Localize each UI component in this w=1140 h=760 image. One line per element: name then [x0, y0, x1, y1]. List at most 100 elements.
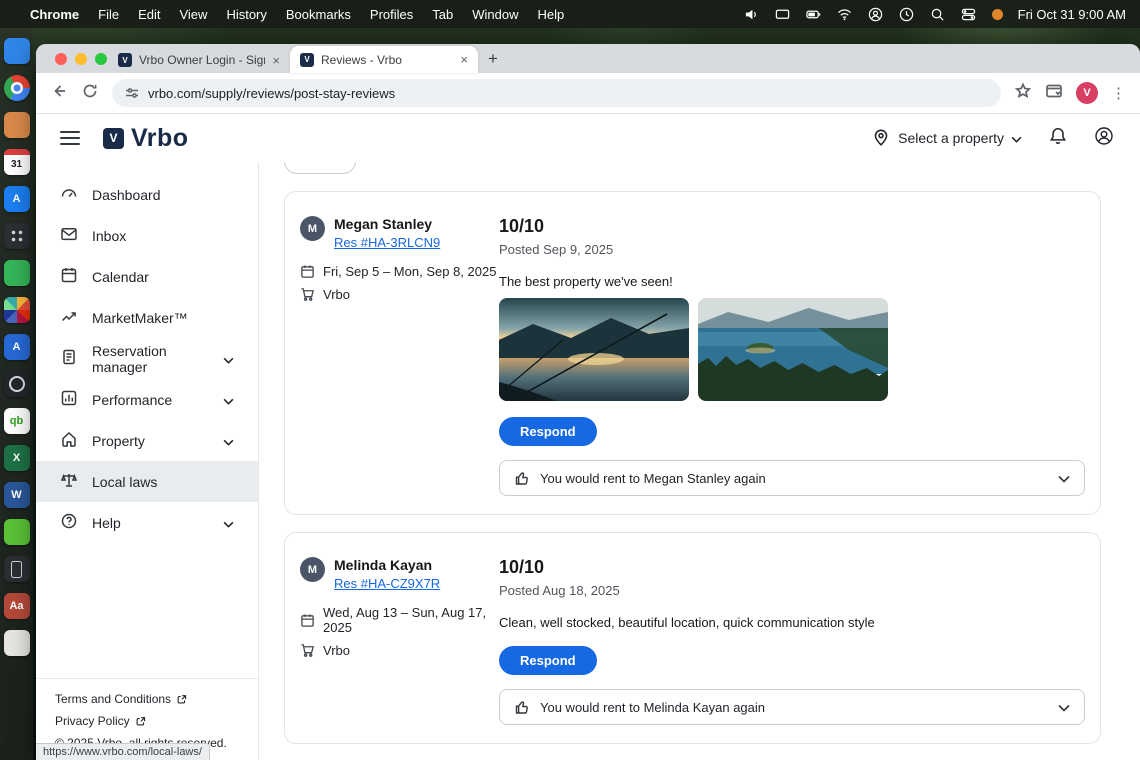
menu-bookmarks[interactable]: Bookmarks: [286, 7, 351, 22]
review-photo-emerald-bay[interactable]: [698, 298, 888, 401]
external-link-icon: [135, 716, 146, 727]
dock-icon-dark-circle[interactable]: [4, 371, 30, 397]
close-window-button[interactable]: [55, 53, 67, 65]
vrbo-logo-text: Vrbo: [131, 124, 189, 153]
guest-avatar: M: [300, 216, 325, 241]
tab-close-icon[interactable]: ×: [272, 53, 280, 68]
new-tab-button[interactable]: +: [488, 49, 498, 69]
dock-icon-word[interactable]: W: [4, 482, 30, 508]
display-icon[interactable]: [775, 6, 791, 22]
page-body: Dashboard Inbox Calendar MarketMaker™ Re…: [36, 162, 1140, 760]
dock-icon-fonts[interactable]: Aa: [4, 593, 30, 619]
dock-icon-app-store[interactable]: A: [4, 186, 30, 212]
menu-profiles[interactable]: Profiles: [370, 7, 413, 22]
dock-icon-app-blue[interactable]: [4, 38, 30, 64]
account-icon[interactable]: [1094, 126, 1114, 151]
notifications-bell-icon[interactable]: [1048, 126, 1068, 151]
bookmark-star-icon[interactable]: [1014, 82, 1032, 105]
review-guest-info: M Megan Stanley Res #HA-3RLCN9 Fri, Sep …: [300, 216, 499, 496]
back-icon[interactable]: [50, 82, 68, 105]
booking-channel: Vrbo: [323, 643, 350, 658]
reload-icon[interactable]: [81, 82, 99, 105]
guest-name: Megan Stanley: [334, 216, 440, 232]
sidebar-item-performance[interactable]: Performance: [36, 379, 258, 420]
dock-icon-iphone-mirroring[interactable]: [4, 556, 30, 582]
dock-icon-quickbooks[interactable]: qb: [4, 408, 30, 434]
respond-button[interactable]: Respond: [499, 417, 597, 446]
home-icon: [60, 430, 78, 451]
dock-icon-messages[interactable]: [4, 519, 30, 545]
review-guest-info: M Melinda Kayan Res #HA-CZ9X7R Wed, Aug …: [300, 557, 499, 725]
search-icon[interactable]: [930, 6, 946, 22]
privacy-link[interactable]: Privacy Policy: [55, 714, 239, 728]
respond-button[interactable]: Respond: [499, 646, 597, 675]
sidebar-item-property[interactable]: Property: [36, 420, 258, 461]
sidebar-item-dashboard[interactable]: Dashboard: [36, 174, 258, 215]
dock-icon-app-orange[interactable]: [4, 112, 30, 138]
menu-tab[interactable]: Tab: [432, 7, 453, 22]
menu-help[interactable]: Help: [538, 7, 565, 22]
menubar-app-name[interactable]: Chrome: [30, 7, 79, 22]
site-info-icon[interactable]: [125, 86, 139, 100]
filter-button-partial[interactable]: [284, 162, 356, 174]
browser-action-icon[interactable]: [1045, 82, 1063, 105]
sidebar-item-local-laws[interactable]: Local laws: [36, 461, 258, 502]
tab-reviews-vrbo[interactable]: V Reviews - Vrbo ×: [290, 46, 478, 73]
rent-again-accordion[interactable]: You would rent to Megan Stanley again: [499, 460, 1085, 496]
profile-avatar[interactable]: V: [1076, 82, 1098, 104]
reservation-link[interactable]: Res #HA-3RLCN9: [334, 235, 440, 250]
dock-icon-app-blue-a[interactable]: A: [4, 334, 30, 360]
review-rating: 10/10: [499, 216, 1085, 237]
sidebar-item-help[interactable]: Help: [36, 502, 258, 543]
review-card: M Megan Stanley Res #HA-3RLCN9 Fri, Sep …: [284, 191, 1101, 515]
sidebar-item-label: Performance: [92, 392, 172, 408]
reservation-link[interactable]: Res #HA-CZ9X7R: [334, 576, 440, 591]
hamburger-menu-icon[interactable]: [60, 131, 80, 145]
sidebar-item-calendar[interactable]: Calendar: [36, 256, 258, 297]
vrbo-header: V Vrbo Select a property: [36, 114, 1140, 162]
menu-file[interactable]: File: [98, 7, 119, 22]
volume-icon[interactable]: [744, 6, 760, 22]
menubar-status-area: Fri Oct 31 9:00 AM: [744, 6, 1140, 22]
zoom-window-button[interactable]: [95, 53, 107, 65]
clock-icon[interactable]: [899, 6, 915, 22]
menu-edit[interactable]: Edit: [138, 7, 160, 22]
sidebar-item-inbox[interactable]: Inbox: [36, 215, 258, 256]
property-selector[interactable]: Select a property: [871, 127, 1022, 150]
browser-menu-icon[interactable]: ⋮: [1111, 84, 1126, 102]
dock-icon-calendar[interactable]: 31: [4, 149, 30, 175]
status-link-tooltip: https://www.vrbo.com/local-laws/: [36, 743, 210, 760]
terms-link[interactable]: Terms and Conditions: [55, 692, 239, 706]
battery-icon[interactable]: [806, 6, 822, 22]
dock: 31 A A qb X W Aa: [0, 28, 33, 760]
user-icon[interactable]: [868, 6, 884, 22]
tab-close-icon[interactable]: ×: [460, 52, 468, 67]
control-center-icon[interactable]: [961, 6, 977, 22]
dock-icon-chrome[interactable]: [4, 75, 30, 101]
sidebar-item-label: Help: [92, 515, 121, 531]
reservation-icon: [60, 348, 78, 369]
menu-view[interactable]: View: [179, 7, 207, 22]
review-photos: [499, 298, 1085, 401]
rent-again-accordion[interactable]: You would rent to Melinda Kayan again: [499, 689, 1085, 725]
thumbs-up-icon: [514, 470, 530, 486]
sidebar-item-marketmaker[interactable]: MarketMaker™: [36, 297, 258, 338]
dock-icon-photos[interactable]: [4, 297, 30, 323]
trend-chart-icon: [60, 307, 78, 328]
menu-window[interactable]: Window: [472, 7, 518, 22]
address-bar[interactable]: vrbo.com/supply/reviews/post-stay-review…: [112, 79, 1001, 107]
menubar-clock[interactable]: Fri Oct 31 9:00 AM: [1018, 7, 1126, 22]
dock-icon-excel[interactable]: X: [4, 445, 30, 471]
menu-history[interactable]: History: [226, 7, 266, 22]
dock-icon-launchpad[interactable]: [4, 223, 30, 249]
record-dot-icon[interactable]: [992, 9, 1003, 20]
minimize-window-button[interactable]: [75, 53, 87, 65]
dock-icon-notes[interactable]: [4, 630, 30, 656]
tab-vrbo-owner-login[interactable]: V Vrbo Owner Login - Sign in t ×: [108, 47, 290, 73]
review-photo-sunset-lake[interactable]: [499, 298, 689, 401]
cart-icon: [300, 287, 315, 302]
sidebar-item-reservation-manager[interactable]: Reservation manager: [36, 338, 258, 379]
dock-icon-app-green[interactable]: [4, 260, 30, 286]
vrbo-logo[interactable]: V Vrbo: [103, 124, 189, 153]
wifi-icon[interactable]: [837, 6, 853, 22]
